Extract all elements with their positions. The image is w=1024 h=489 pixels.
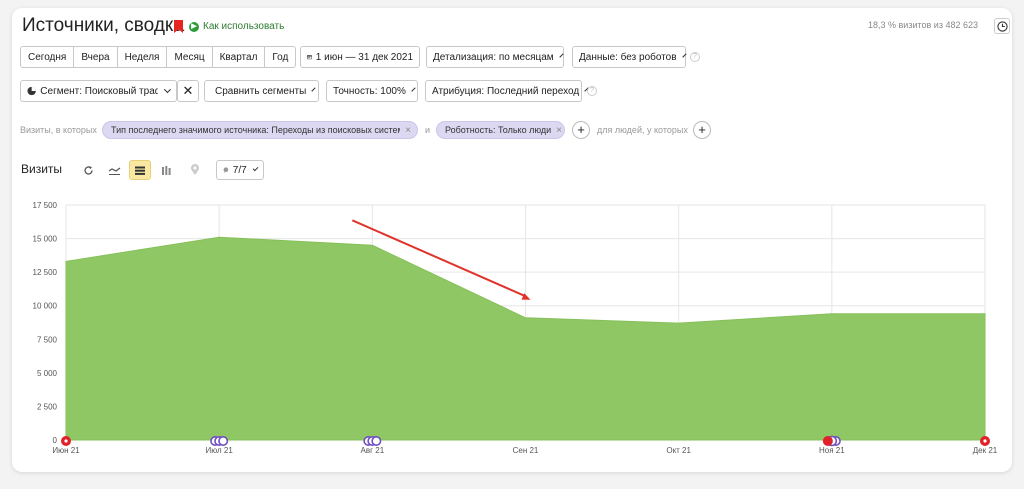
annotation-marker-dot — [983, 439, 987, 443]
y-tick-label: 5 000 — [37, 369, 58, 378]
y-tick-label: 7 500 — [37, 335, 58, 344]
y-tick-label: 10 000 — [33, 302, 58, 311]
y-tick-label: 0 — [53, 436, 58, 445]
visits-chart: 0 2 500 5 000 7 500 10 000 12 500 15 000 17 500… — [33, 201, 998, 455]
x-tick-label: Ноя 21 — [819, 446, 845, 455]
x-tick-label: Сен 21 — [513, 446, 539, 455]
y-tick-label: 17 500 — [33, 201, 58, 210]
annotation-marker-dot — [64, 439, 68, 443]
x-tick-label: Июн 21 — [52, 446, 80, 455]
x-tick-label: Дек 21 — [973, 446, 998, 455]
x-tick-label: Июл 21 — [205, 446, 233, 455]
x-tick-label: Авг 21 — [361, 446, 385, 455]
annotation-marker — [822, 436, 833, 446]
x-tick-label: Окт 21 — [666, 446, 691, 455]
y-tick-label: 15 000 — [33, 235, 58, 244]
y-tick-label: 12 500 — [33, 268, 58, 277]
annotation-marker — [371, 435, 382, 446]
y-tick-label: 2 500 — [37, 402, 58, 411]
annotation-marker — [218, 435, 229, 446]
